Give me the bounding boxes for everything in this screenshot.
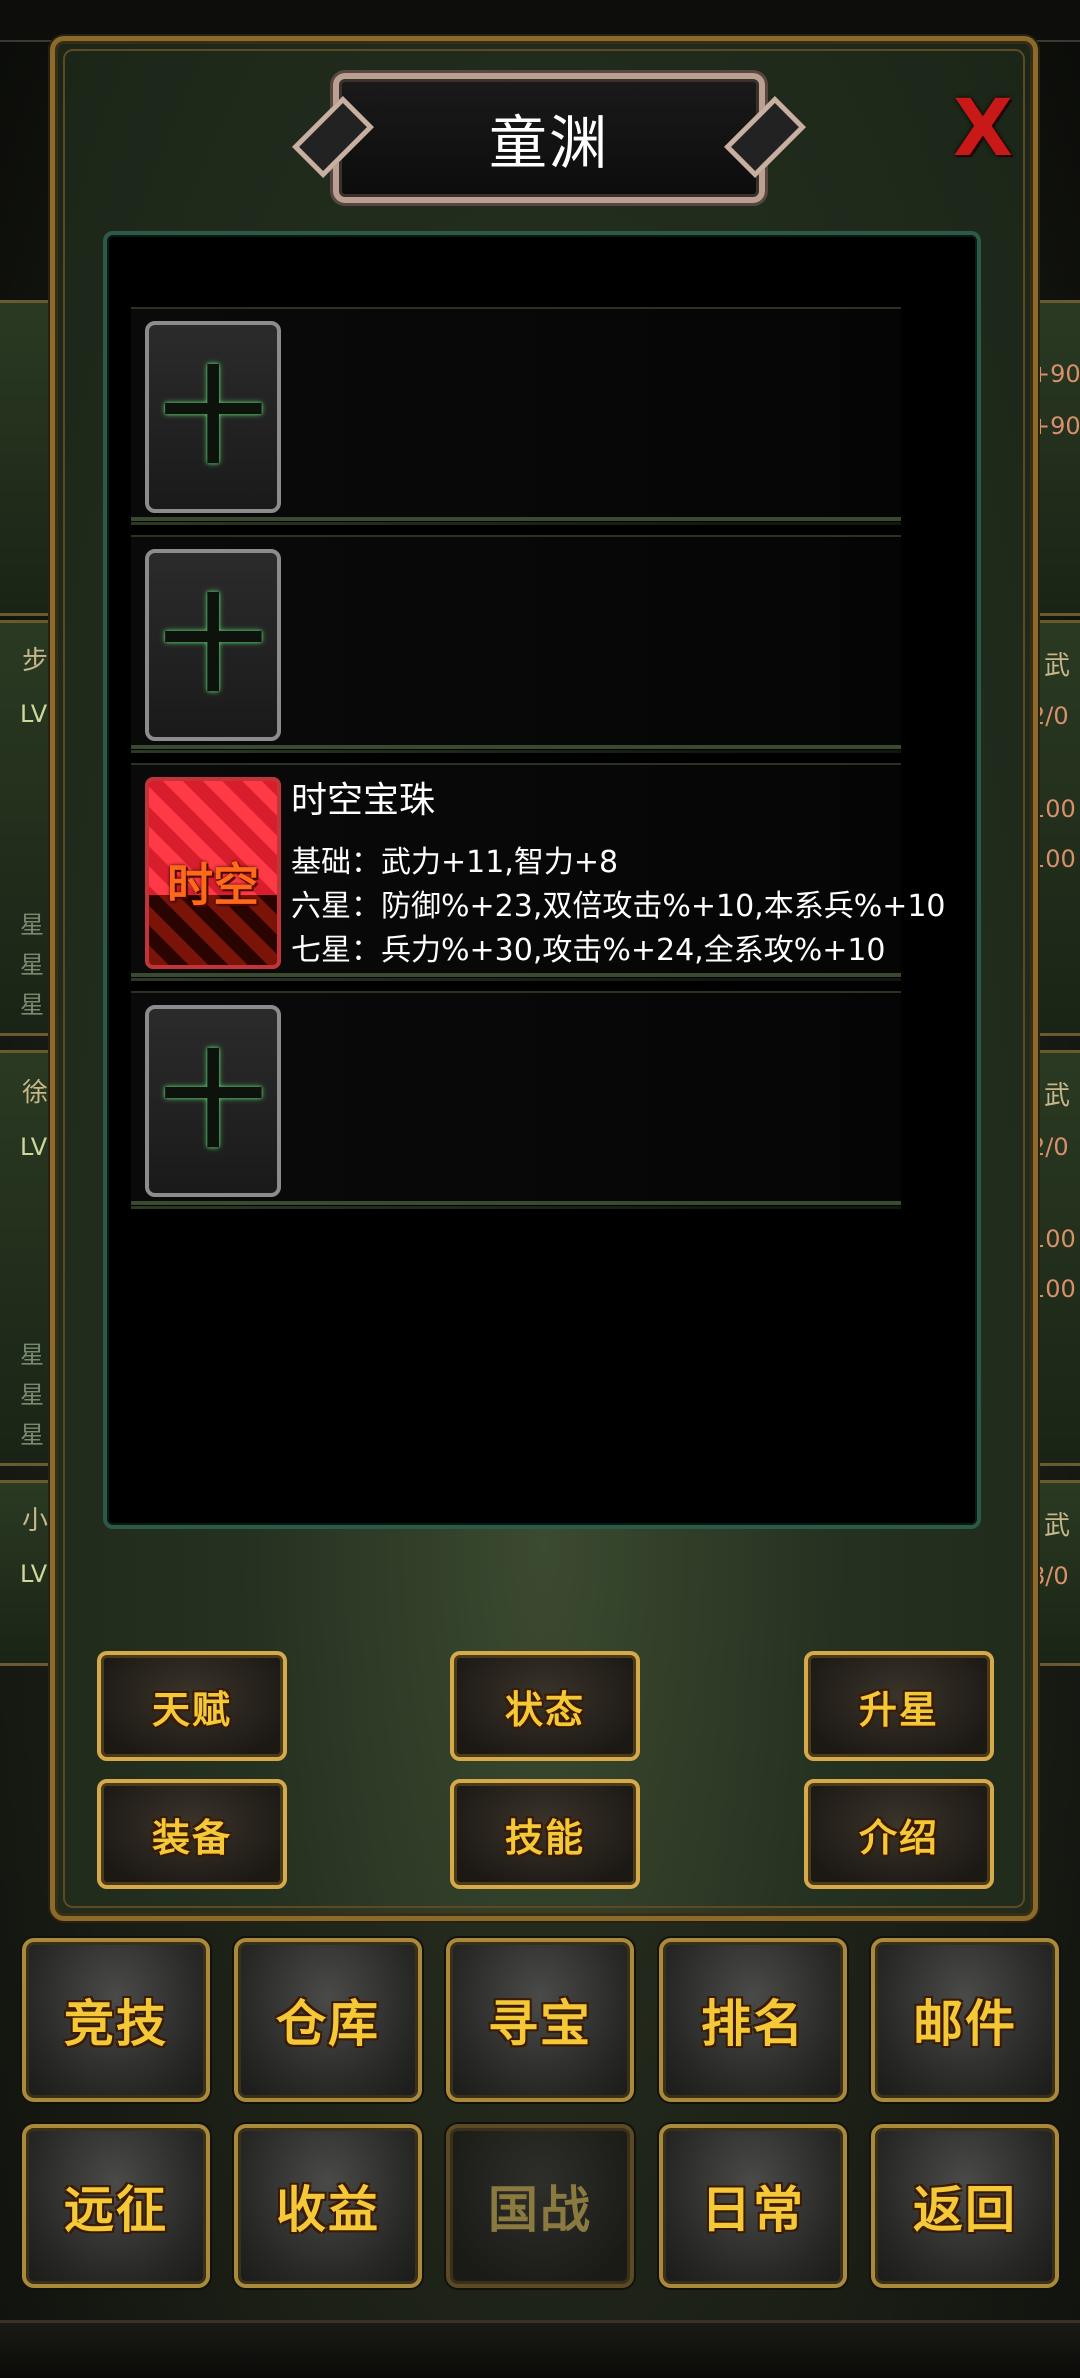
empty-slot-button[interactable]: 十 — [145, 549, 281, 741]
warehouse-button[interactable]: 仓库 — [234, 1938, 422, 2102]
treasure-hunt-button[interactable]: 寻宝 — [446, 1938, 634, 2102]
background-text: 小 — [22, 1506, 49, 1536]
item-stat-seven-star: 七星：兵力%+30,攻击%+24,全系攻%+10 — [291, 933, 886, 968]
equipment-button[interactable]: 装备 — [97, 1779, 287, 1889]
close-button[interactable]: X — [945, 84, 1021, 174]
mail-button[interactable]: 邮件 — [871, 1938, 1059, 2102]
treasure-slot[interactable]: 时空 时空宝珠 基础：武力+11,智力+8 六星：防御%+23,双倍攻击%+10… — [131, 763, 946, 981]
background-text: 武 — [1044, 1081, 1071, 1111]
background-text: 徐 — [22, 1078, 49, 1108]
title-plate-right-cap — [723, 95, 807, 179]
treasure-hunt-button-label: 寻宝 — [488, 1995, 592, 2053]
background-hero-card — [0, 300, 56, 616]
talent-button-label: 天赋 — [151, 1687, 232, 1732]
empty-slot-button[interactable]: 十 — [145, 321, 281, 513]
ranking-button-label: 排名 — [701, 1995, 805, 2053]
back-button-label: 返回 — [913, 2181, 1017, 2239]
star-up-button[interactable]: 升星 — [804, 1651, 994, 1761]
daily-button[interactable]: 日常 — [659, 2124, 847, 2288]
background-text: LV — [20, 1560, 48, 1588]
item-info: 时空宝珠 基础：武力+11,智力+8 六星：防御%+23,双倍攻击%+10,本系… — [291, 771, 946, 973]
dialog-title-plate: 童渊 — [291, 73, 807, 203]
close-icon: X — [952, 84, 1014, 174]
treasure-slot-panel: 十 十 时空 时空宝珠 基础：武力+11,智力+8 六星：防御%+23,双倍攻击… — [103, 231, 981, 1529]
treasure-slot[interactable]: 十 — [131, 307, 901, 525]
arena-button-label: 竞技 — [64, 1995, 168, 2053]
background-text: 星 — [20, 951, 44, 979]
hero-treasure-dialog: 童渊 X 十 十 时空 时空宝珠 基础：武力+11,智力+8 六星：防御%+23… — [50, 36, 1038, 1921]
income-button[interactable]: 收益 — [234, 2124, 422, 2288]
empty-slot-button[interactable]: 十 — [145, 1005, 281, 1197]
equipment-button-label: 装备 — [151, 1815, 232, 1860]
background-text: 步 — [22, 646, 49, 676]
add-icon: 十 — [160, 584, 265, 706]
background-text: 星 — [20, 1341, 44, 1369]
background-text: LV — [20, 700, 48, 728]
dialog-title: 童渊 — [488, 109, 609, 177]
expedition-button-label: 远征 — [64, 2181, 168, 2239]
intro-button-label: 介绍 — [858, 1815, 939, 1860]
intro-button[interactable]: 介绍 — [804, 1779, 994, 1889]
income-button-label: 收益 — [276, 2181, 380, 2239]
background-text: LV — [20, 1133, 48, 1161]
back-button[interactable]: 返回 — [871, 2124, 1059, 2288]
gem-icon-label: 时空 — [167, 858, 259, 912]
background-text: 星 — [20, 991, 44, 1019]
add-icon: 十 — [160, 356, 265, 478]
skill-button[interactable]: 技能 — [450, 1779, 640, 1889]
item-stat-six-star: 六星：防御%+23,双倍攻击%+10,本系兵%+10 — [291, 889, 946, 924]
star-up-button-label: 升星 — [858, 1687, 939, 1732]
background-text: 星 — [20, 911, 44, 939]
background-text: 武 — [1044, 651, 1071, 681]
status-button-label: 状态 — [504, 1687, 585, 1732]
background-text: 星 — [20, 1421, 44, 1449]
background-text: 星 — [20, 1381, 44, 1409]
mail-button-label: 邮件 — [913, 1995, 1017, 2053]
title-plate-left-cap — [291, 95, 375, 179]
skill-button-label: 技能 — [504, 1815, 585, 1860]
warehouse-button-label: 仓库 — [276, 1995, 380, 2053]
treasure-slot[interactable]: 十 — [131, 991, 901, 1209]
background-text: 武 — [1044, 1511, 1071, 1541]
status-button[interactable]: 状态 — [450, 1651, 640, 1761]
item-stat-base: 基础：武力+11,智力+8 — [291, 845, 619, 880]
arena-button[interactable]: 竞技 — [22, 1938, 210, 2102]
expedition-button[interactable]: 远征 — [22, 2124, 210, 2288]
bottom-edge-bar — [0, 2320, 1080, 2378]
talent-button[interactable]: 天赋 — [97, 1651, 287, 1761]
treasure-slot[interactable]: 十 — [131, 535, 901, 753]
national-war-button-label: 国战 — [488, 2181, 592, 2239]
item-name: 时空宝珠 — [291, 780, 436, 821]
daily-button-label: 日常 — [701, 2181, 805, 2239]
time-space-orb-icon[interactable]: 时空 — [145, 777, 281, 969]
national-war-button[interactable]: 国战 — [446, 2124, 634, 2288]
ranking-button[interactable]: 排名 — [659, 1938, 847, 2102]
add-icon: 十 — [160, 1040, 265, 1162]
